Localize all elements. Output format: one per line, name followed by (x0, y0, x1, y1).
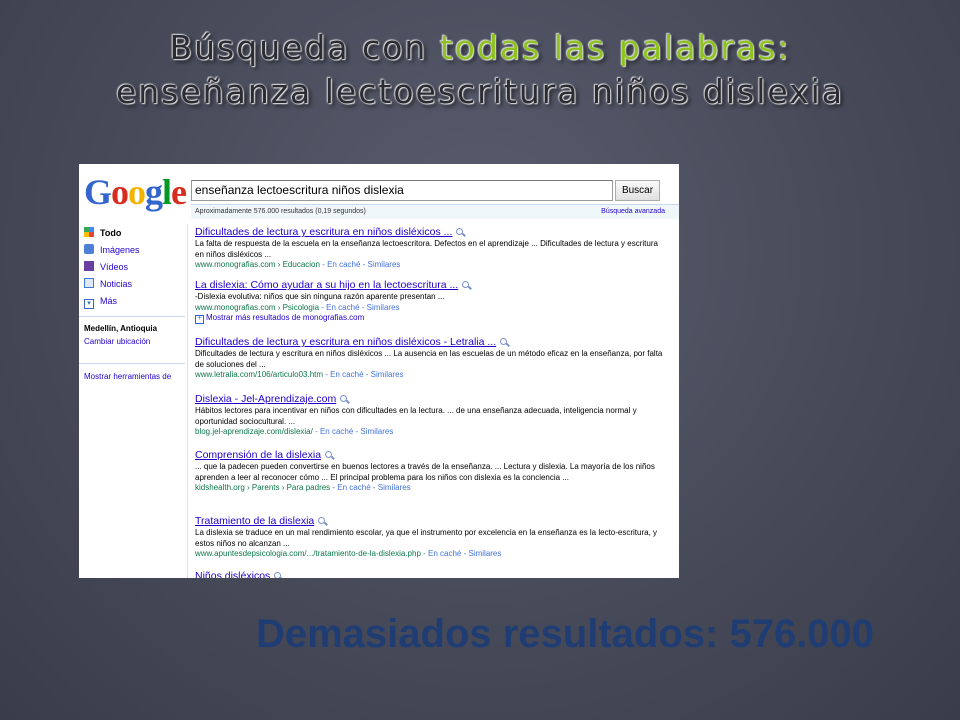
google-logo[interactable]: Google (84, 171, 187, 213)
cache-similar-links[interactable]: - En caché - Similares (330, 483, 410, 492)
advanced-search-link[interactable]: Búsqueda avanzada (601, 205, 665, 218)
more-results-link[interactable]: + Mostrar más resultados de monografias.c… (195, 313, 665, 324)
result-url: www.monografias.com › Educacion - En cac… (195, 260, 401, 269)
google-results-screenshot: Google enseñanza lectoescritura niños di… (79, 164, 679, 578)
title-part1: Búsqueda con (169, 28, 440, 67)
sidebar-item-noticias[interactable]: Noticias (84, 277, 132, 291)
sidebar-item-videos[interactable]: Vídeos (84, 260, 128, 274)
search-result: Dificultades de lectura y escritura en n… (195, 336, 665, 380)
result-snippet: La dislexia se traduce en un mal rendimi… (195, 528, 658, 548)
cache-similar-links[interactable]: - En caché - Similares (421, 549, 501, 558)
divider (79, 316, 185, 317)
slide-title: Búsqueda con todas las palabras: enseñan… (0, 26, 960, 114)
result-title[interactable]: La dislexia: Cómo ayudar a su hijo en la… (195, 279, 665, 291)
preview-magnifier-icon[interactable] (318, 517, 326, 524)
result-title[interactable]: Comprensión de la dislexia (195, 449, 665, 461)
result-title[interactable]: Niños disléxicos (195, 570, 665, 578)
result-url: www.letralia.com/106/articulo03.htm - En… (195, 370, 404, 379)
images-icon (84, 244, 94, 254)
show-tools-link[interactable]: Mostrar herramientas de (84, 372, 171, 381)
plus-icon: + (195, 314, 204, 324)
result-title[interactable]: Tratamiento de la dislexia (195, 515, 665, 527)
result-title[interactable]: Dificultades de lectura y escritura en n… (195, 336, 665, 348)
result-url: www.apuntesdepsicologia.com/.../tratamie… (195, 549, 502, 558)
sidebar-item-mas[interactable]: ▾ Más (84, 294, 117, 309)
search-result: La dislexia: Cómo ayudar a su hijo en la… (195, 279, 665, 324)
videos-icon (84, 261, 94, 271)
search-result: Niños disléxicos (195, 570, 665, 578)
preview-magnifier-icon[interactable] (340, 395, 348, 402)
preview-magnifier-icon[interactable] (325, 451, 333, 458)
more-icon: ▾ (84, 299, 94, 309)
result-snippet: ... que la padecen pueden convertirse en… (195, 462, 655, 482)
divider (79, 363, 185, 364)
search-result: Comprensión de la dislexia ... que la pa… (195, 449, 665, 493)
result-snippet: Hábitos lectores para incentivar en niño… (195, 406, 637, 426)
preview-magnifier-icon[interactable] (500, 338, 508, 345)
search-button[interactable]: Buscar (615, 180, 660, 201)
all-results-icon (84, 227, 94, 237)
result-url: kidshealth.org › Parents › Para padres -… (195, 483, 411, 492)
results-stats-bar: Aproximadamente 576.000 resultados (0,19… (191, 204, 679, 219)
result-url: blog.jel-aprendizaje.com/dislexia/ - En … (195, 427, 394, 436)
result-snippet: -Dislexia evolutiva: niños que sin ningu… (195, 292, 445, 301)
results-count: Aproximadamente 576.000 resultados (0,19… (195, 208, 366, 215)
cache-similar-links[interactable]: - En caché - Similares (319, 303, 399, 312)
results-caption: Demasiados resultados: 576.000 (255, 612, 875, 656)
title-highlight: todas las palabras (439, 28, 778, 67)
title-colon: : (777, 28, 791, 67)
sidebar-item-imagenes[interactable]: Imágenes (84, 243, 140, 257)
title-line2: enseñanza lectoescritura niños dislexia (115, 72, 845, 111)
preview-magnifier-icon[interactable] (462, 281, 470, 288)
change-location-link[interactable]: Cambiar ubicación (84, 337, 150, 346)
cache-similar-links[interactable]: - En caché - Similares (313, 427, 393, 436)
result-snippet: Dificultades de lectura y escritura en n… (195, 349, 663, 369)
search-result: Dislexia - Jel-Aprendizaje.com Hábitos l… (195, 393, 665, 437)
preview-magnifier-icon[interactable] (274, 572, 282, 578)
cache-similar-links[interactable]: - En caché - Similares (323, 370, 403, 379)
sidebar-item-todo[interactable]: Todo (84, 226, 121, 240)
location-label: Medellín, Antioquia (84, 324, 158, 333)
search-result: Tratamiento de la dislexia La dislexia s… (195, 515, 665, 559)
result-url: www.monografias.com › Psicologia - En ca… (195, 302, 400, 312)
preview-magnifier-icon[interactable] (456, 228, 464, 235)
sidebar-divider (187, 224, 188, 578)
cache-similar-links[interactable]: - En caché - Similares (320, 260, 400, 269)
search-result: Dificultades de lectura y escritura en n… (195, 226, 665, 270)
result-snippet: La falta de respuesta de la escuela en l… (195, 239, 658, 259)
result-title[interactable]: Dislexia - Jel-Aprendizaje.com (195, 393, 665, 405)
search-input[interactable]: enseñanza lectoescritura niños dislexia (191, 180, 613, 201)
result-title[interactable]: Dificultades de lectura y escritura en n… (195, 226, 665, 238)
news-icon (84, 278, 94, 288)
